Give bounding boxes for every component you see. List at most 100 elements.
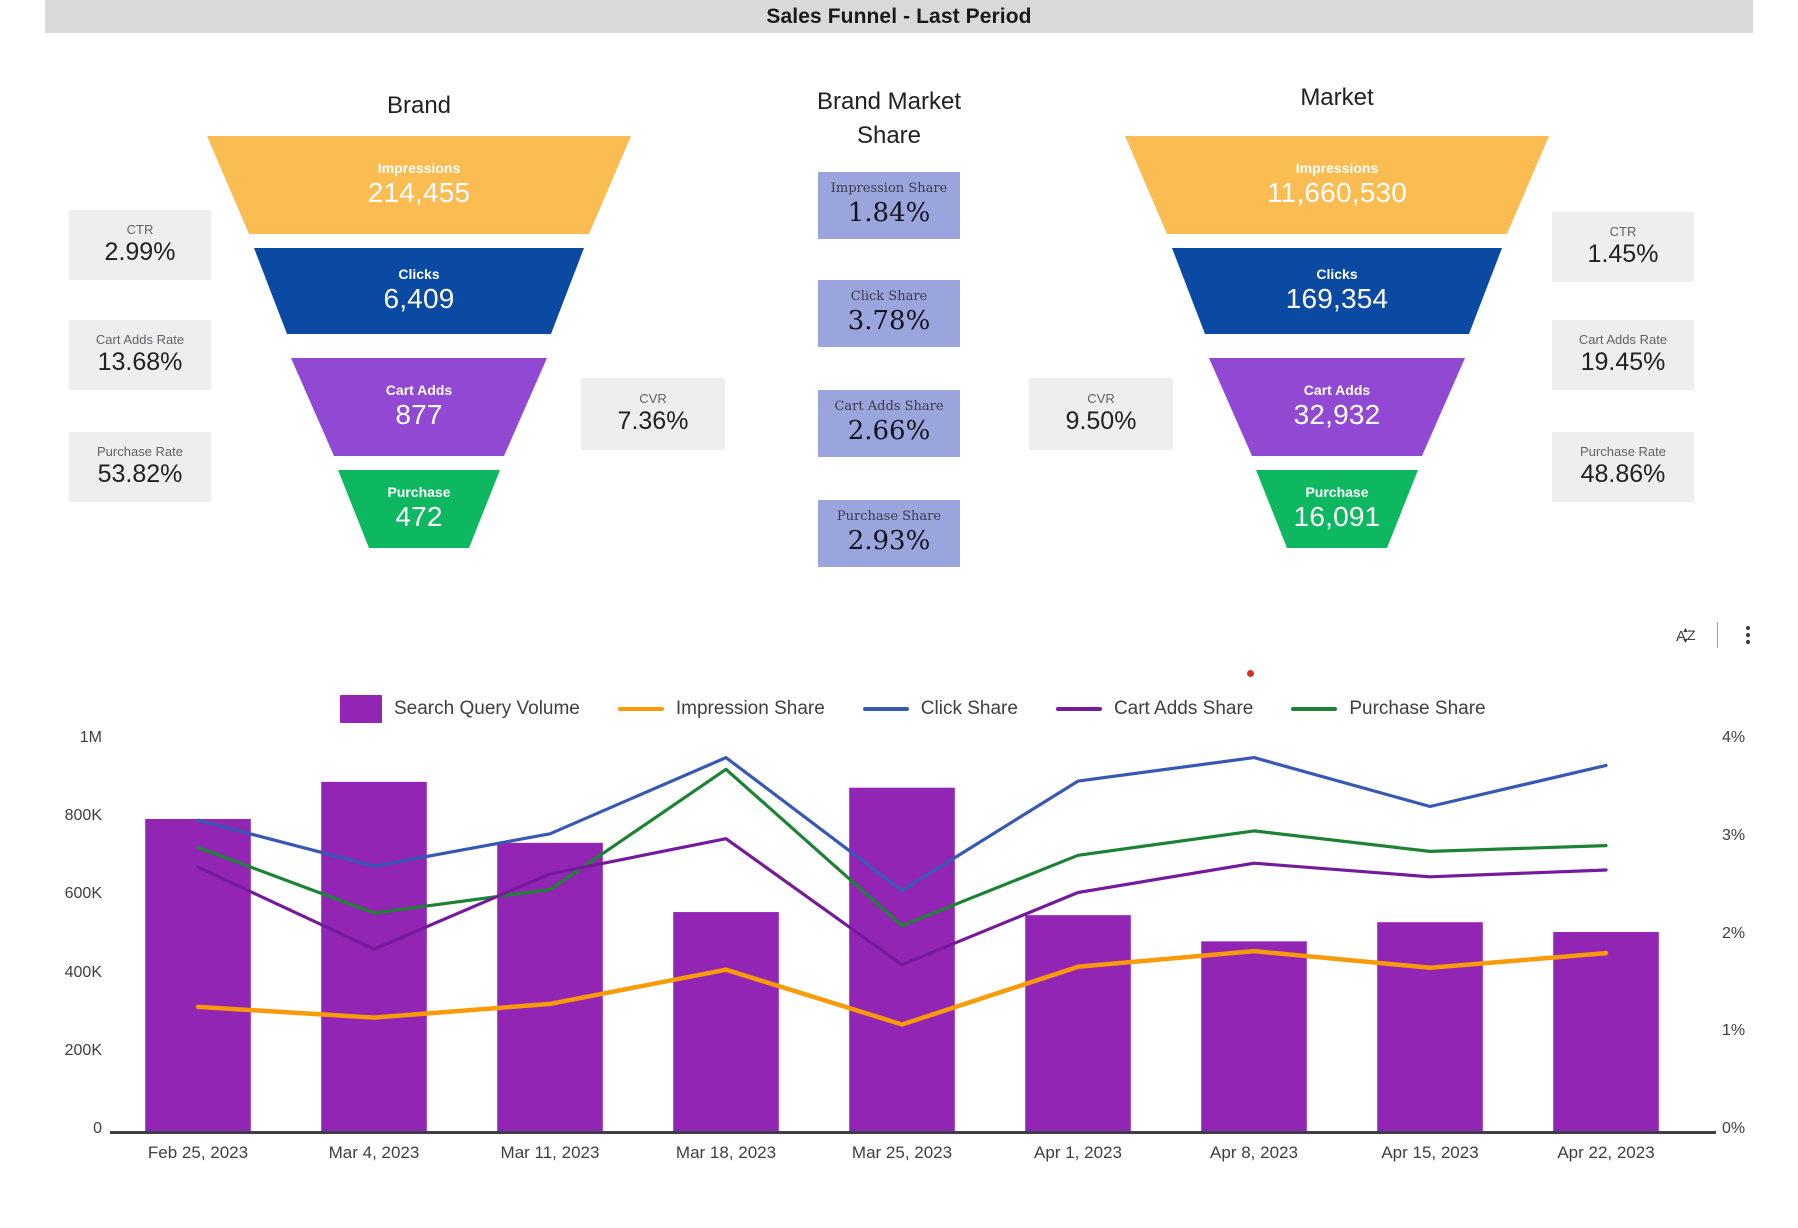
x-axis-tick: Apr 8, 2023 [1210, 1143, 1298, 1162]
funnel-segment-label: Cart Adds [385, 382, 453, 399]
market-share-label: Click Share [850, 289, 928, 305]
chart-bar[interactable] [1377, 922, 1483, 1131]
legend-swatch-icon [340, 695, 382, 723]
metric-label: Purchase Rate [1580, 443, 1666, 459]
metric-chip-ctr: CTR 2.99% [69, 210, 211, 280]
x-axis-tick: Apr 15, 2023 [1381, 1143, 1479, 1162]
legend-label: Click Share [920, 698, 1018, 719]
sort-az-icon[interactable]: A Z [1665, 618, 1709, 652]
metric-chip-cvr-market: CVR 9.50% [1029, 378, 1173, 450]
y-axis-right-tick: 1% [1722, 1022, 1746, 1040]
funnel-segment-impressions[interactable]: Impressions 11,660,530 [1125, 136, 1549, 234]
x-axis-line [110, 1131, 1700, 1134]
legend-item-click-share[interactable]: Click Share [862, 698, 1018, 720]
metric-chip-cart-adds-rate: Cart Adds Rate 13.68% [69, 320, 211, 390]
x-axis-tick: Mar 25, 2023 [851, 1143, 953, 1162]
funnel-segment-label: Purchase [1305, 484, 1369, 501]
metric-label: CTR [126, 221, 154, 237]
funnel-segment-purchase[interactable]: Purchase 16,091 [1256, 470, 1418, 548]
chart-legend: Search Query Volume Impression Share Click… [340, 692, 1500, 726]
chart-toolbar: A Z [1665, 618, 1770, 652]
metric-value: 53.82% [97, 460, 183, 489]
y-axis-right-tick: 2% [1722, 924, 1746, 942]
market-share-title-line1: Brand Market [816, 88, 962, 115]
metric-label: CTR [1609, 223, 1637, 239]
legend-item-cart-adds-share[interactable]: Cart Adds Share [1055, 698, 1254, 720]
funnel-segment-label: Purchase [387, 484, 451, 501]
x-axis-tick: Apr 22, 2023 [1557, 1143, 1655, 1162]
legend-item-purchase-share[interactable]: Purchase Share [1291, 698, 1486, 720]
y-axis-left-tick: 1M [79, 729, 102, 746]
market-share-value: 2.93% [847, 526, 931, 557]
metric-value: 2.99% [104, 238, 176, 267]
metric-value: 1.45% [1587, 240, 1659, 269]
combo-chart[interactable] [0, 726, 1798, 1131]
chart-bar[interactable] [849, 787, 955, 1131]
legend-label: Cart Adds Share [1113, 698, 1254, 719]
legend-label: Purchase Share [1349, 698, 1486, 719]
x-axis-tick: Mar 18, 2023 [675, 1143, 777, 1162]
dashboard-header: Sales Funnel - Last Period [45, 0, 1753, 33]
more-vert-icon[interactable] [1726, 618, 1770, 652]
x-axis-tick: Feb 25, 2023 [147, 1143, 249, 1162]
funnel-segment-purchase[interactable]: Purchase 472 [338, 470, 500, 548]
funnel-segment-value: 214,455 [367, 176, 471, 208]
market-share-label: Purchase Share [836, 509, 942, 525]
funnel-segment-impressions[interactable]: Impressions 214,455 [207, 136, 631, 234]
page-title: Sales Funnel - Last Period [766, 4, 1032, 28]
funnel-segment-label: Impressions [377, 160, 461, 177]
funnel-segment-cart-adds[interactable]: Cart Adds 877 [291, 358, 547, 456]
svg-text:Z: Z [1687, 627, 1696, 643]
legend-swatch-icon [862, 707, 909, 711]
funnel-segment-label: Clicks [398, 266, 440, 283]
market-share-value: 2.66% [847, 416, 931, 447]
y-axis-left-tick: 800K [64, 807, 102, 825]
metric-chip-cart-adds-rate: Cart Adds Rate 19.45% [1552, 320, 1694, 390]
metric-value: 7.36% [617, 407, 689, 436]
market-share-box-impression-share: Impression Share 1.84% [818, 172, 960, 239]
metric-value: 48.86% [1580, 460, 1666, 489]
legend-item-impression-share[interactable]: Impression Share [617, 698, 825, 720]
chart-bar[interactable] [673, 912, 779, 1131]
market-share-label: Cart Adds Share [834, 399, 944, 415]
metric-chip-cvr-brand: CVR 7.36% [581, 378, 725, 450]
metric-value: 9.50% [1065, 407, 1137, 436]
chart-bar[interactable] [1025, 915, 1131, 1131]
funnel-segment-clicks[interactable]: Clicks 169,354 [1172, 248, 1502, 334]
metric-label: CVR [1087, 390, 1115, 406]
funnel-segment-value: 877 [395, 398, 443, 430]
market-share-title-line2: Share [856, 122, 922, 149]
legend-item-search-query-volume[interactable]: Search Query Volume [340, 695, 580, 723]
market-share-label: Impression Share [830, 181, 948, 197]
market-share-value: 3.78% [847, 306, 931, 337]
funnel-segment-cart-adds[interactable]: Cart Adds 32,932 [1209, 358, 1465, 456]
metric-chip-purchase-rate: Purchase Rate 53.82% [69, 432, 211, 502]
legend-swatch-icon [1055, 707, 1102, 711]
legend-swatch-icon [1291, 707, 1338, 711]
market-share-box-click-share: Click Share 3.78% [818, 280, 960, 347]
y-axis-right-tick: 0% [1722, 1120, 1746, 1137]
funnel-segment-clicks[interactable]: Clicks 6,409 [254, 248, 584, 334]
funnel-title-brand: Brand [386, 92, 452, 119]
metric-chip-purchase-rate: Purchase Rate 48.86% [1552, 432, 1694, 502]
metric-value: 13.68% [97, 348, 183, 377]
funnel-title-market: Market [1300, 84, 1374, 111]
chart-bar[interactable] [497, 842, 603, 1131]
funnel-segment-label: Impressions [1295, 160, 1379, 177]
x-axis-tick: Mar 4, 2023 [328, 1143, 420, 1162]
funnel-segment-value: 16,091 [1293, 500, 1381, 532]
chart-bar[interactable] [1201, 941, 1307, 1131]
chart-bar[interactable] [321, 781, 427, 1131]
legend-swatch-icon [617, 707, 664, 711]
toolbar-divider [1717, 622, 1718, 648]
market-share-box-cart-adds-share: Cart Adds Share 2.66% [818, 390, 960, 457]
funnel-segment-value: 11,660,530 [1266, 176, 1408, 208]
y-axis-right-tick: 3% [1722, 826, 1746, 844]
y-axis-left-tick: 200K [64, 1041, 102, 1059]
chart-bar[interactable] [1553, 931, 1659, 1131]
funnel-segment-value: 32,932 [1293, 398, 1381, 430]
x-axis-tick: Mar 11, 2023 [500, 1143, 600, 1162]
y-axis-right-tick: 4% [1722, 729, 1746, 746]
chart-canvas [145, 756, 1659, 1131]
market-share-box-purchase-share: Purchase Share 2.93% [818, 500, 960, 567]
